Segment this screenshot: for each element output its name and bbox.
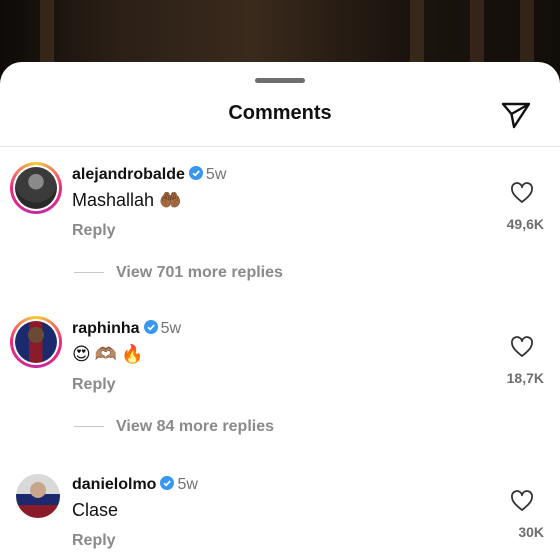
heart-icon[interactable] — [510, 182, 534, 204]
comment-age: 5w — [205, 166, 227, 183]
heart-icon[interactable] — [510, 490, 534, 512]
heart-icon[interactable] — [510, 336, 534, 358]
thread-line — [74, 272, 104, 274]
comment-age: 5w — [160, 320, 182, 337]
comment-age: 5w — [177, 476, 198, 493]
reply-button[interactable]: Reply — [72, 532, 116, 550]
like-count: 30K — [518, 524, 544, 540]
avatar[interactable] — [10, 162, 62, 214]
comment-text: 😍🫶🏽🔥 — [72, 344, 148, 365]
username[interactable]: raphinha 5w — [72, 320, 181, 338]
thread-line — [74, 426, 104, 428]
reply-button[interactable]: Reply — [72, 376, 116, 394]
sheet-title: Comments — [228, 102, 332, 124]
reply-button[interactable]: Reply — [72, 222, 116, 240]
comments-sheet: Comments alejandrobalde 5w Mashallah 🤲🏾 R… — [0, 62, 560, 560]
like-count: 49,6K — [506, 216, 544, 232]
comment-text: Clase — [72, 500, 119, 520]
username[interactable]: danielolmo 5w — [72, 476, 198, 494]
header-divider — [0, 146, 560, 147]
comment-text: Mashallah 🤲🏾 — [72, 190, 182, 210]
verified-badge-icon — [188, 166, 203, 180]
avatar[interactable] — [10, 316, 62, 368]
like-count: 18,7K — [506, 370, 544, 386]
username[interactable]: alejandrobalde 5w — [72, 166, 226, 184]
verified-badge-icon — [143, 320, 158, 334]
avatar[interactable] — [16, 474, 60, 518]
verified-badge-icon — [160, 476, 175, 490]
view-replies-button[interactable]: View 701 more replies — [74, 264, 283, 282]
drag-handle[interactable] — [255, 78, 305, 83]
view-replies-button[interactable]: View 84 more replies — [74, 418, 274, 436]
share-button[interactable] — [499, 100, 533, 130]
paper-plane-icon — [501, 102, 531, 129]
